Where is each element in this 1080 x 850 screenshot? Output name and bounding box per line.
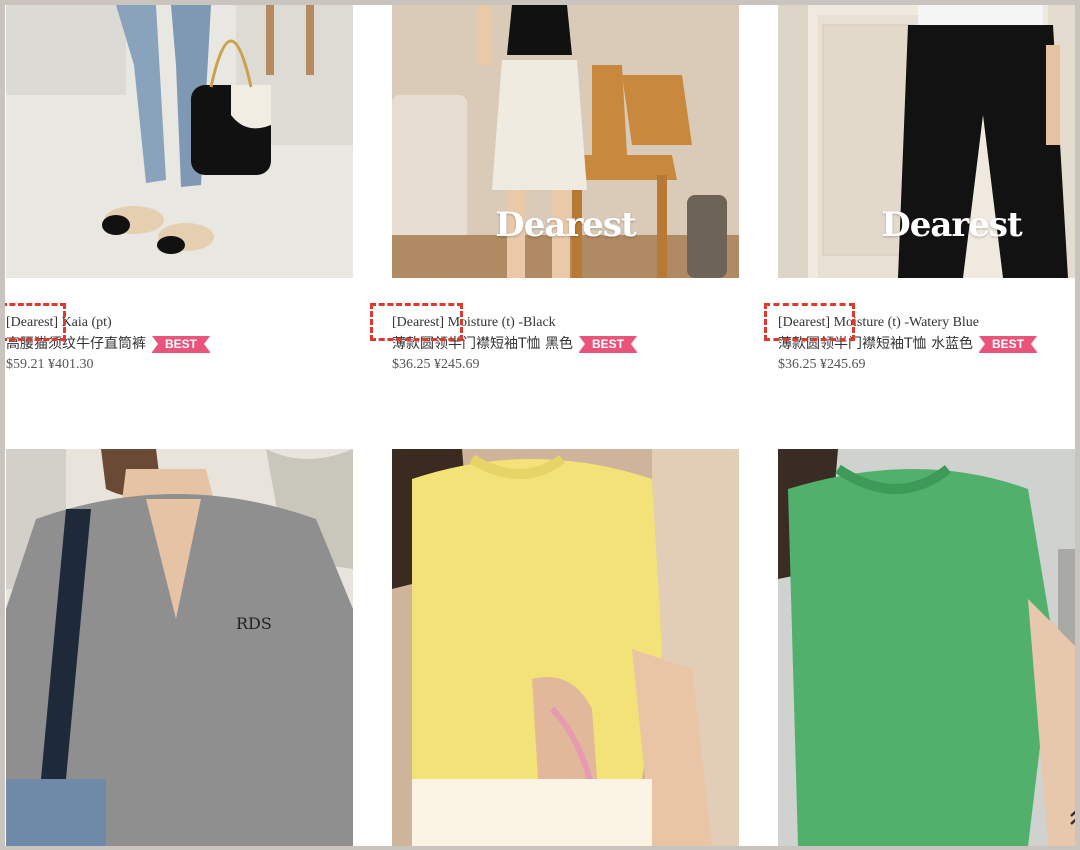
highlight-box-dearest-2 <box>370 303 463 341</box>
brand-watermark: Dearest <box>495 205 637 245</box>
product-image-gray-henley[interactable]: RDS <box>6 449 353 846</box>
product-price: $59.21 ¥401.30 <box>6 357 94 372</box>
best-badge: BEST <box>579 335 638 353</box>
best-badge: BEST <box>979 335 1038 353</box>
brand-watermark: Dearest <box>881 205 1023 245</box>
product-card-moisture-black[interactable]: Dearest [Dearest] Moisture (t) -Black 薄款… <box>392 5 739 372</box>
product-card-moisture-watery-blue[interactable]: Dearest [Dearest] Moisture (t) -Watery B… <box>778 5 1075 372</box>
product-price: $36.25 ¥245.69 <box>778 357 866 372</box>
product-card-kaia[interactable]: [Dearest] Kaia (pt) 高腰猫须纹牛仔直筒裤 BEST $59.… <box>6 5 353 372</box>
best-badge: BEST <box>152 335 211 353</box>
product-card-gray-henley[interactable]: RDS <box>6 449 353 846</box>
highlight-box-dearest-1 <box>5 303 66 341</box>
product-image-jeans[interactable] <box>6 5 353 278</box>
product-image-black-pants[interactable]: Dearest <box>778 5 1075 278</box>
highlight-box-dearest-3 <box>764 303 855 341</box>
product-image-yellow-cardigan[interactable] <box>392 449 739 846</box>
product-card-yellow-cardigan[interactable] <box>392 449 739 846</box>
product-card-green-cardigan[interactable] <box>778 449 1075 846</box>
product-price: $36.25 ¥245.69 <box>392 357 480 372</box>
product-image-green-cardigan[interactable] <box>778 449 1075 846</box>
product-image-white-skirt[interactable]: Dearest <box>392 5 739 278</box>
svg-text:RDS: RDS <box>236 614 272 633</box>
chevron-up-icon[interactable] <box>1067 796 1075 828</box>
product-grid: [Dearest] Kaia (pt) 高腰猫须纹牛仔直筒裤 BEST $59.… <box>5 5 1075 846</box>
